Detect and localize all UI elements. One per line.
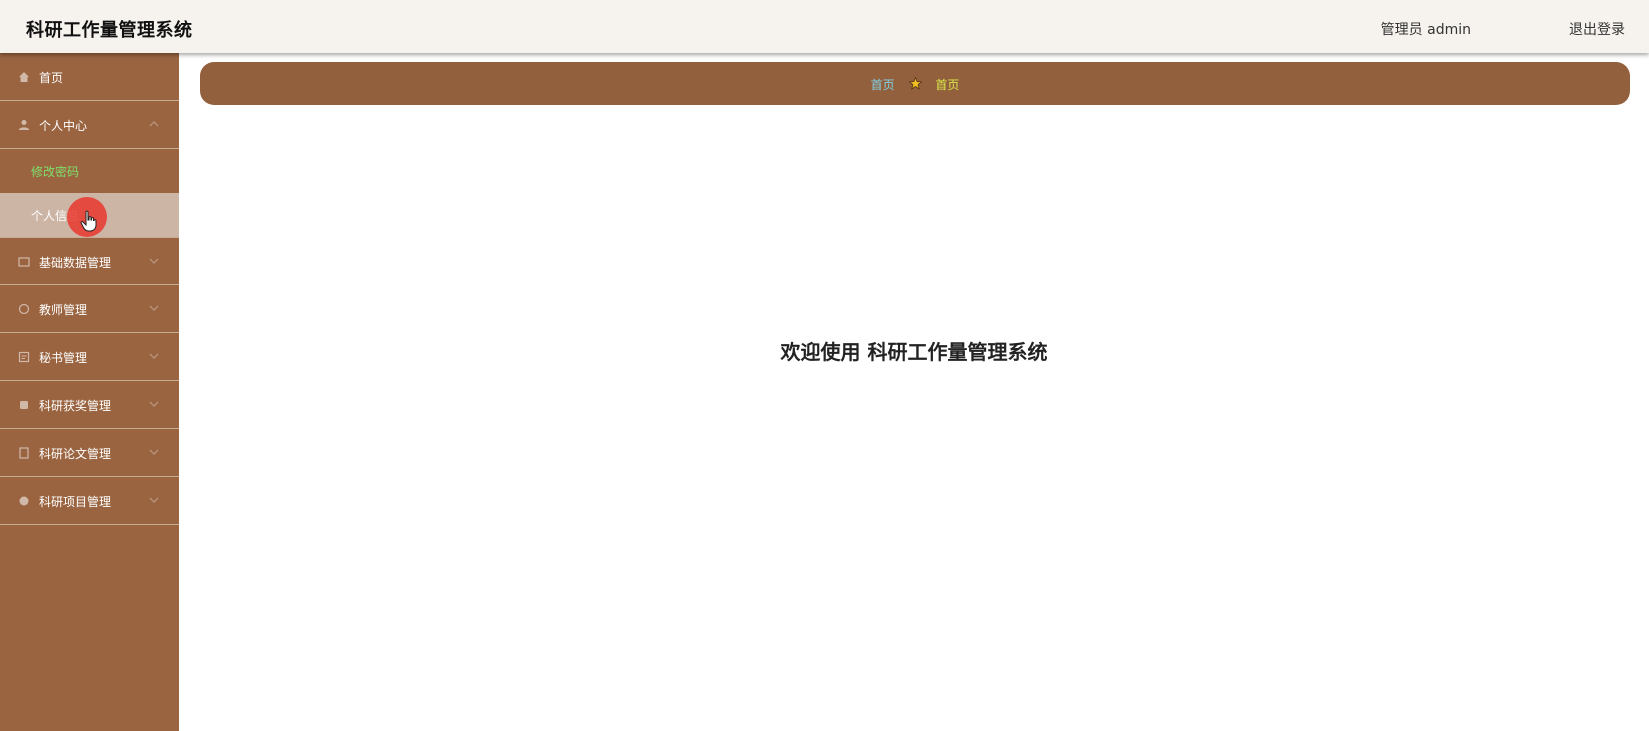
sidebar-item-award[interactable]: 科研获奖管理 (0, 381, 179, 429)
secretary-icon (18, 351, 30, 363)
chevron-up-icon (149, 121, 159, 127)
paper-icon (19, 447, 29, 459)
logout-button[interactable]: 退出登录 (1569, 19, 1625, 39)
chevron-down-icon (149, 258, 159, 264)
app-title: 科研工作量管理系统 (26, 20, 193, 41)
chevron-down-icon (149, 305, 159, 311)
hand-cursor-icon (80, 210, 97, 232)
breadcrumb-home-link[interactable]: 首页 (871, 78, 895, 92)
sidebar-item-teacher[interactable]: 教师管理 (0, 285, 179, 333)
sidebar-item-label: 教师管理 (39, 303, 88, 317)
sidebar-item-label: 个人中心 (39, 119, 88, 133)
chevron-down-icon (149, 449, 159, 455)
data-icon (18, 257, 30, 267)
sidebar-item-label: 基础数据管理 (39, 256, 112, 270)
project-icon (19, 496, 29, 506)
star-icon (908, 77, 922, 90)
sidebar-item-label: 秘书管理 (39, 351, 88, 365)
sidebar: 首页 个人中心 修改密码 个人信息 基础数据管理 教师管理 秘书管理 科研获奖管… (0, 53, 179, 731)
sidebar-item-home[interactable]: 首页 (0, 53, 179, 101)
home-icon (19, 72, 29, 82)
submenu-item-label: 修改密码 (31, 165, 80, 179)
user-icon (19, 120, 29, 130)
sidebar-item-label: 科研项目管理 (39, 495, 112, 509)
page: 科研工作量管理系统 管理员 admin 退出登录 首页 个人中心 修改密码 个人… (0, 0, 1649, 731)
sidebar-item-label: 首页 (39, 71, 64, 85)
sidebar-item-paper[interactable]: 科研论文管理 (0, 429, 179, 477)
sidebar-item-personal-center[interactable]: 个人中心 (0, 101, 179, 149)
chevron-down-icon (149, 401, 159, 407)
chevron-down-icon (149, 353, 159, 359)
breadcrumb-bar: 首页 首页 (200, 62, 1630, 105)
teacher-icon (18, 303, 30, 315)
sidebar-item-label: 科研获奖管理 (39, 399, 112, 413)
award-icon (20, 401, 28, 409)
breadcrumb-current: 首页 (935, 78, 960, 92)
breadcrumb: 首页 首页 (200, 76, 1630, 93)
sidebar-item-label: 科研论文管理 (39, 447, 112, 461)
sidebar-item-project[interactable]: 科研项目管理 (0, 477, 179, 525)
sidebar-item-basic-data[interactable]: 基础数据管理 (0, 237, 179, 285)
sidebar-item-secretary[interactable]: 秘书管理 (0, 333, 179, 381)
chevron-down-icon (149, 497, 159, 503)
submenu-item-change-password[interactable]: 修改密码 (0, 149, 179, 193)
welcome-message: 欢迎使用 科研工作量管理系统 (780, 340, 1048, 364)
user-role-label: 管理员 admin (1380, 22, 1471, 38)
top-header: 科研工作量管理系统 管理员 admin 退出登录 (0, 0, 1649, 53)
